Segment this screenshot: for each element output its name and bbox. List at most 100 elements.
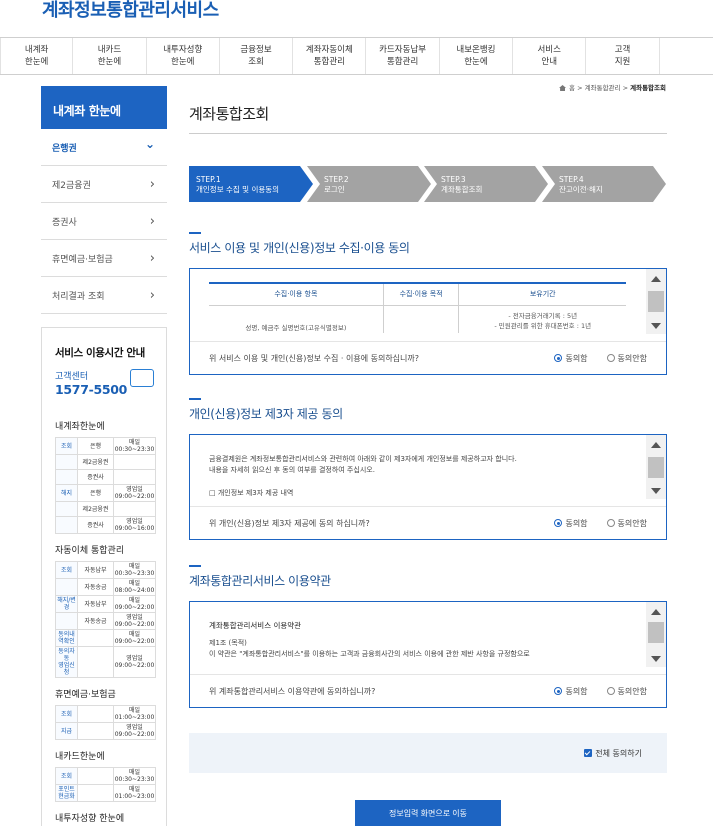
step-label: 계좌통합조회	[441, 185, 483, 194]
step-4: STEP.4 잔고이전·해지	[542, 166, 666, 202]
gnb-item-3[interactable]: 내투자성향 한눈에	[147, 38, 220, 74]
hours-cell	[77, 722, 114, 740]
call-center-icon	[130, 369, 154, 387]
hours-section-title: 내카드한눈에	[55, 752, 105, 762]
hours-cell: 매일 08:00~24:00	[113, 578, 156, 596]
hours-cell: 영업일 09:00~22:00	[113, 722, 156, 740]
hours-cell	[77, 784, 114, 802]
radio-selected-icon[interactable]	[554, 354, 563, 362]
gnb-item-9[interactable]: 고객 지원	[586, 38, 660, 74]
hours-cell: 동의자동 영업신청	[55, 646, 78, 678]
hours-cell: 포인트현금화	[55, 784, 78, 802]
step-number: STEP.4	[559, 175, 584, 184]
radio-empty-icon[interactable]	[606, 354, 615, 362]
side-nav-item-label: 처리결과 조회	[52, 291, 105, 302]
hours-cell: 조회	[55, 705, 78, 723]
side-nav-item-4[interactable]: 휴면예금·보험금 ›	[41, 240, 167, 277]
go-to-input-button[interactable]: 정보입력 화면으로 이동	[355, 800, 501, 826]
hours-cell: 은행	[77, 437, 114, 455]
scrollbar[interactable]	[646, 435, 666, 499]
chevron-right-icon: ›	[149, 287, 155, 303]
scrollbar[interactable]	[646, 269, 666, 334]
hours-cell: 은행	[77, 484, 114, 502]
hours-cell: 매일 09:00~22:00	[113, 629, 156, 647]
scroll-down-icon[interactable]	[651, 488, 661, 494]
third-party-text-1: 금융결제원은 계좌정보통합관리서비스와 관련하여 아래와 같이 제3자에게 개인…	[209, 455, 517, 463]
col-header-period: 보유기간	[458, 282, 626, 306]
side-nav-item-1[interactable]: 은행권 ⌄	[41, 129, 167, 166]
hours-cell: 동의내역확인	[55, 629, 78, 647]
gnb-item-5[interactable]: 계좌자동이체 통합관리	[293, 38, 367, 74]
hours-cell: 자동송금	[77, 612, 114, 630]
gnb-item-6[interactable]: 카드자동납부 통합관리	[366, 38, 440, 74]
agree-all-bar: 전체 동의하기	[189, 733, 667, 773]
radio-empty-icon[interactable]	[606, 687, 615, 695]
hours-cell	[113, 454, 156, 470]
side-nav-item-3[interactable]: 증권사 ›	[41, 203, 167, 240]
hours-cell	[77, 629, 114, 647]
cell-period: - 전자금융거래기록 : 5년 - 민원관리를 위한 휴대폰번호 : 1년	[458, 305, 626, 333]
side-nav-item-label: 제2금융권	[52, 180, 91, 191]
terms-article-1: 제1조 (목적)	[209, 639, 247, 647]
home-icon[interactable]	[559, 85, 567, 91]
radio-selected-icon[interactable]	[554, 687, 563, 695]
scroll-up-icon[interactable]	[651, 276, 661, 282]
hours-cell	[55, 454, 78, 470]
agree-radio-2[interactable]: 동의함	[554, 518, 588, 529]
global-nav: 내계좌 한눈에 내카드 한눈에 내투자성향 한눈에 금융정보 조회 계좌자동이체 통합관…	[0, 37, 713, 75]
scroll-down-icon[interactable]	[651, 656, 661, 662]
scrollbar[interactable]	[646, 602, 666, 667]
consent-collect-content[interactable]: 수집·이용 항목 수집·이용 목적 보유기간 성명, 예금주 실명번호(고유식별…	[190, 269, 646, 334]
gnb-item-8[interactable]: 서비스 안내	[513, 38, 587, 74]
hours-cell	[55, 612, 78, 630]
gnb-item-4[interactable]: 금융정보 조회	[220, 38, 294, 74]
side-nav-item-2[interactable]: 제2금융권 ›	[41, 166, 167, 203]
title-divider	[189, 133, 667, 134]
hours-cell: 영업일 09:00~16:00	[113, 516, 156, 534]
hours-cell	[55, 501, 78, 517]
hours-cell: 지급	[55, 722, 78, 740]
breadcrumb-mid[interactable]: 계좌통합관리	[585, 84, 621, 92]
scroll-down-icon[interactable]	[651, 323, 661, 329]
hours-cell	[77, 767, 114, 785]
chevron-down-icon: ⌄	[144, 137, 155, 151]
scroll-up-icon[interactable]	[651, 442, 661, 448]
agree-radio-3[interactable]: 동의함	[554, 686, 588, 697]
agree-label: 동의함	[565, 686, 588, 696]
terms-content[interactable]: 계좌통합관리서비스 이용약관 제1조 (목적) 이 약관은 "계좌통합관리서비스…	[190, 602, 646, 667]
disagree-radio-3[interactable]: 동의안함	[606, 686, 647, 697]
scroll-thumb[interactable]	[648, 622, 664, 643]
hours-cell: 조회	[55, 561, 78, 579]
site-logo[interactable]: 계좌정보통합관리서비스	[42, 0, 219, 22]
hours-cell: 조회	[55, 767, 78, 785]
disagree-radio-1[interactable]: 동의안함	[606, 353, 647, 364]
hours-cell	[55, 578, 78, 596]
breadcrumb-home[interactable]: 홈	[569, 84, 575, 92]
agree-all-checkbox[interactable]	[584, 749, 593, 757]
agree-radio-1[interactable]: 동의함	[554, 353, 588, 364]
disagree-radio-2[interactable]: 동의안함	[606, 518, 647, 529]
terms-question: 위 계좌통합관리서비스 이용약관에 동의하십니까?	[209, 686, 376, 696]
scroll-thumb[interactable]	[648, 291, 664, 312]
side-nav-item-5[interactable]: 처리결과 조회 ›	[41, 277, 167, 314]
hours-cell: 자동납부	[77, 595, 114, 613]
hours-cell: 매일 01:00~23:00	[113, 705, 156, 723]
radio-selected-icon[interactable]	[554, 519, 563, 527]
scroll-thumb[interactable]	[648, 457, 664, 478]
radio-empty-icon[interactable]	[606, 519, 615, 527]
scroll-up-icon[interactable]	[651, 609, 661, 615]
agree-all-label[interactable]: 전체 동의하기	[595, 748, 642, 759]
gnb-item-1[interactable]: 내계좌 한눈에	[0, 38, 74, 74]
third-party-text-3: □ 개인정보 제3자 제공 내역	[209, 489, 294, 497]
hours-cell	[113, 469, 156, 485]
step-number: STEP.2	[324, 175, 349, 184]
third-party-content[interactable]: 금융결제원은 계좌정보통합관리서비스와 관련하여 아래와 같이 제3자에게 개인…	[190, 435, 646, 499]
gnb-item-7[interactable]: 내보온뱅킹 한눈에	[440, 38, 514, 74]
hours-cell: 자동송금	[77, 578, 114, 596]
consent-collect-agree-row: 위 서비스 이용 및 개인(신용)정보 수집 · 이용에 동의하십니까? 동의함…	[190, 341, 666, 374]
consent-collect-box: 수집·이용 항목 수집·이용 목적 보유기간 성명, 예금주 실명번호(고유식별…	[189, 268, 667, 375]
hours-cell: 영업일 09:00~22:00	[113, 646, 156, 678]
agree-label: 동의함	[565, 353, 588, 363]
gnb-item-2[interactable]: 내카드 한눈에	[73, 38, 147, 74]
hours-cell: 제2금융권	[77, 501, 114, 517]
